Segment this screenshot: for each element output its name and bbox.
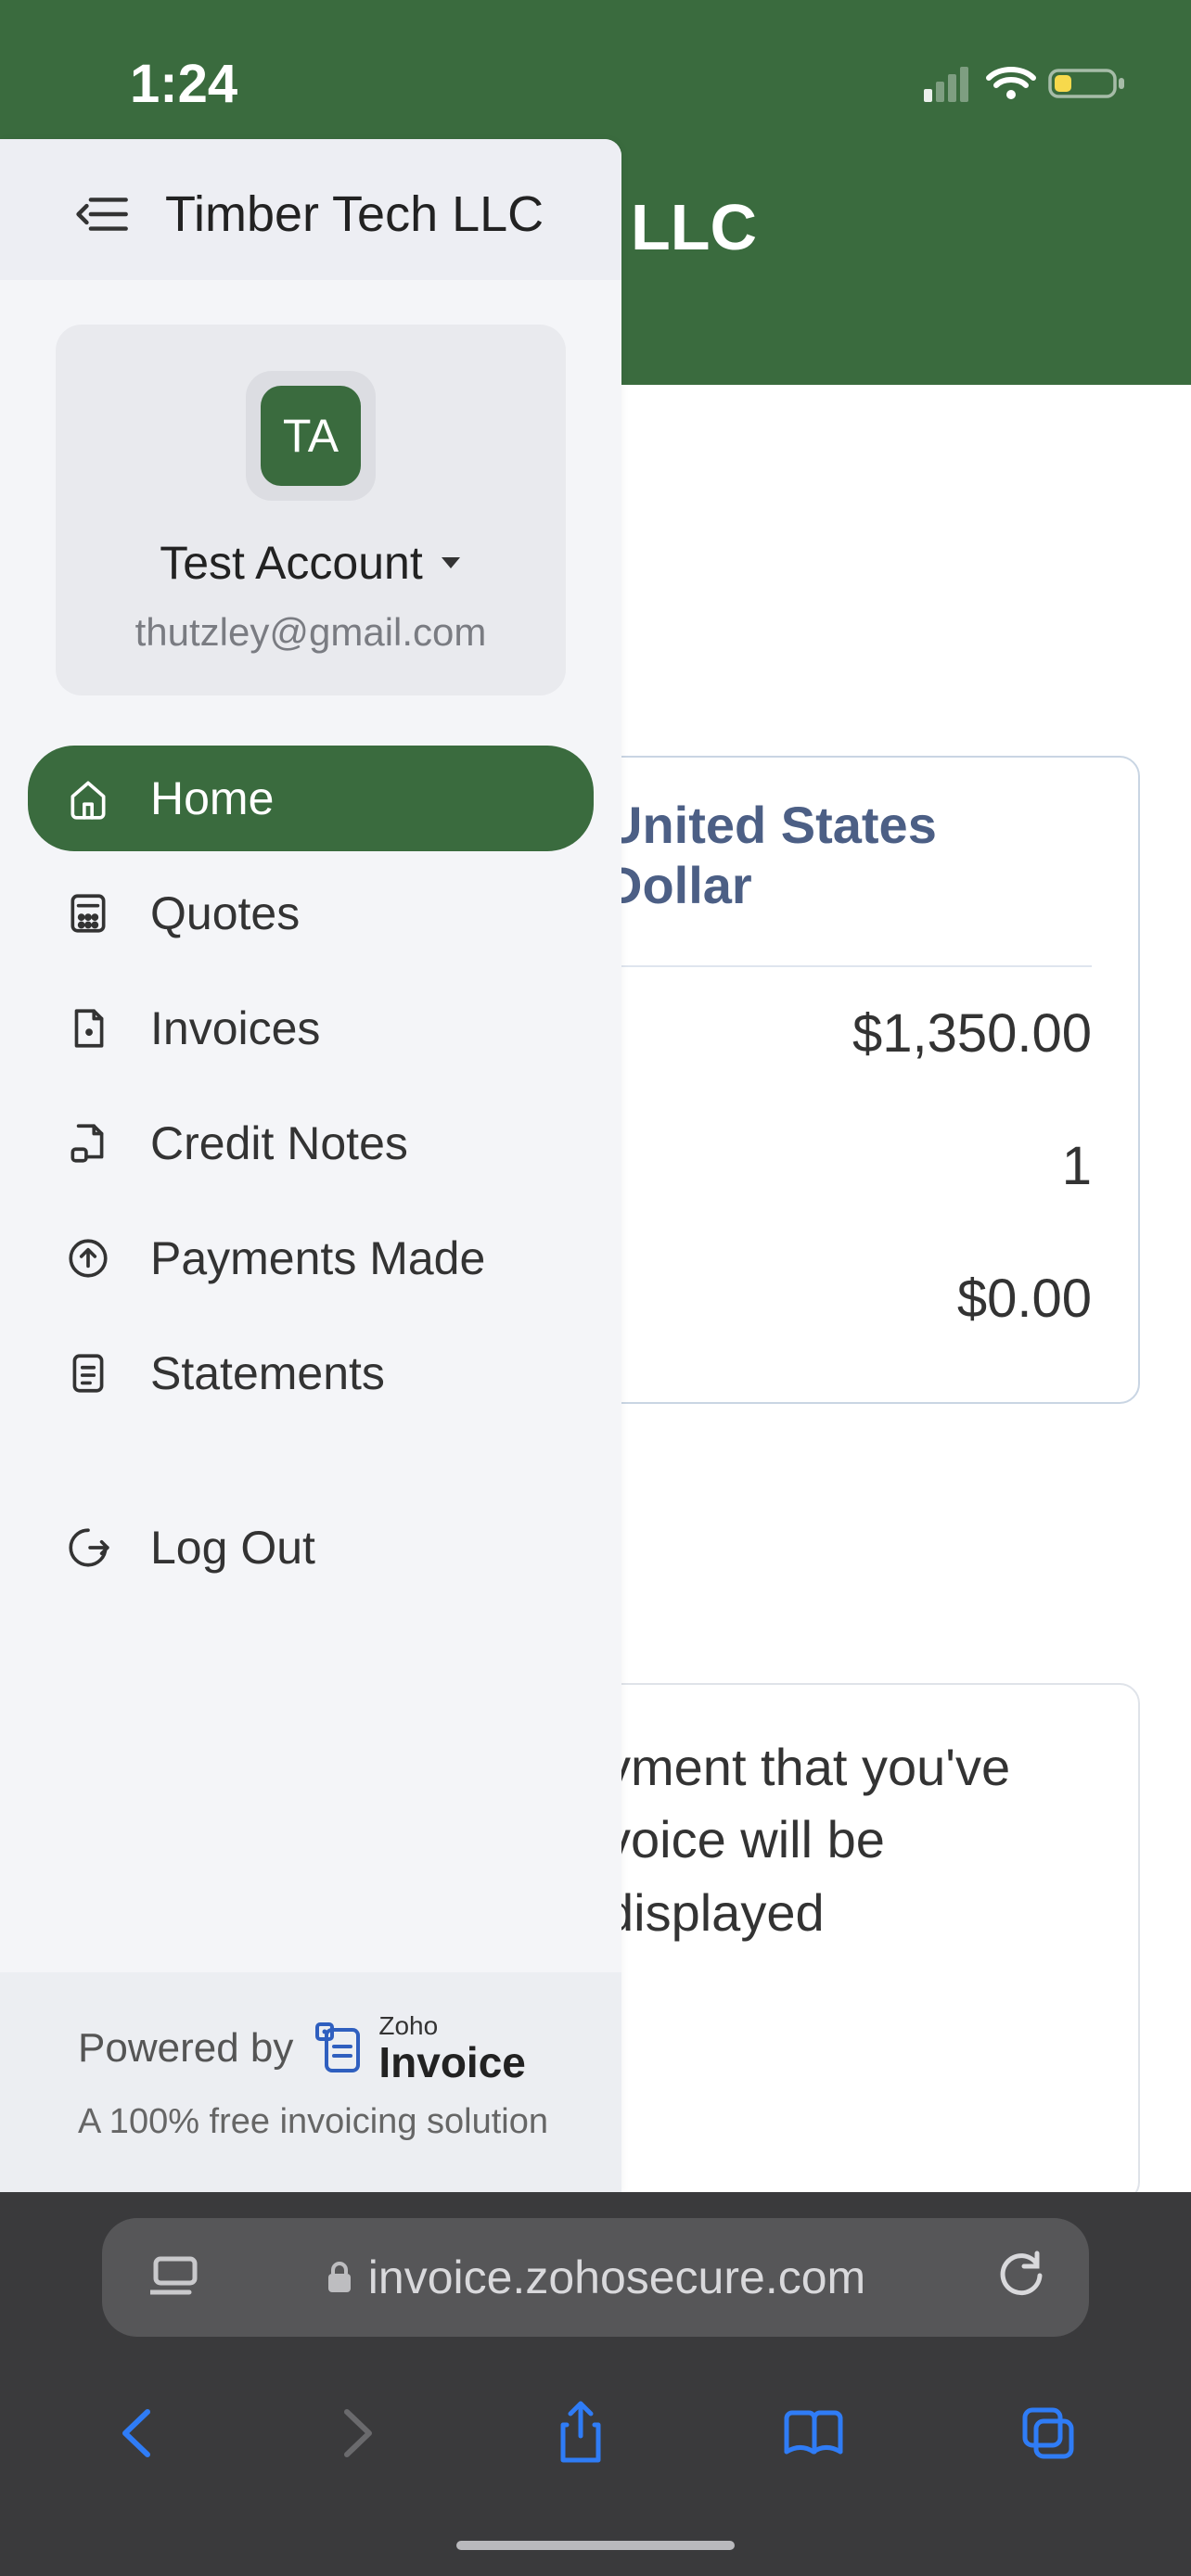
statement-icon [65, 1350, 111, 1396]
sidebar-nav: Home Quotes Invoices [0, 733, 621, 1439]
sidebar-footer: Powered by Zoho Invoice A 100% free [0, 1972, 621, 2192]
home-icon [65, 775, 111, 822]
upload-icon [65, 1235, 111, 1282]
back-icon[interactable] [114, 2406, 160, 2460]
bookmarks-icon[interactable] [781, 2407, 846, 2459]
document-icon [65, 1005, 111, 1052]
nav-statements-label: Statements [150, 1346, 385, 1400]
nav-logout-label: Log Out [150, 1521, 315, 1575]
summary-count: 1 [1062, 1135, 1092, 1197]
url-text: invoice.zohosecure.com [368, 2251, 865, 2304]
logout-icon [65, 1524, 111, 1571]
nav-credit-notes[interactable]: Credit Notes [28, 1090, 594, 1196]
forward-icon [334, 2406, 380, 2460]
status-icons [924, 65, 1126, 102]
nav-payments-made[interactable]: Payments Made [28, 1205, 594, 1311]
account-email: thutzley@gmail.com [135, 610, 487, 655]
summary-card: United States Dollar $1,350.00 1 $0.00 [557, 756, 1140, 1404]
brand-top: Zoho [378, 2013, 526, 2039]
info-card-text-fragment-2: voice will be displayed [605, 1804, 1092, 1949]
account-name: Test Account [160, 536, 423, 590]
lock-icon [326, 2261, 353, 2294]
status-time: 1:24 [130, 53, 237, 115]
calculator-icon [65, 890, 111, 937]
brand-bottom: Invoice [378, 2041, 526, 2084]
app-header-title-fragment: LLC [631, 190, 757, 264]
account-card: TA Test Account thutzley@gmail.com [56, 325, 566, 695]
summary-amount: $1,350.00 [852, 1002, 1092, 1065]
nav-quotes[interactable]: Quotes [28, 861, 594, 966]
summary-outstanding: $0.00 [957, 1268, 1092, 1330]
sidebar: Timber Tech LLC TA Test Account thutzley… [0, 139, 621, 2192]
nav-payments-made-label: Payments Made [150, 1231, 485, 1285]
account-switcher[interactable]: Test Account [160, 536, 462, 590]
battery-icon [1048, 65, 1126, 102]
share-icon[interactable] [554, 2401, 608, 2466]
caret-down-icon [440, 555, 462, 570]
reload-icon[interactable] [994, 2248, 1048, 2302]
browser-toolbar [0, 2378, 1191, 2489]
summary-card-currency: United States Dollar [605, 795, 1092, 967]
zoho-invoice-logo[interactable]: Zoho Invoice [310, 2013, 526, 2084]
invoice-logo-icon [310, 2021, 365, 2076]
nav-credit-notes-label: Credit Notes [150, 1116, 408, 1170]
status-bar: 1:24 [0, 0, 1191, 139]
powered-by-label: Powered by [78, 2025, 293, 2072]
info-card-text-fragment-1: yment that you've [605, 1731, 1092, 1804]
nav-invoices[interactable]: Invoices [28, 976, 594, 1081]
nav-home-label: Home [150, 772, 274, 825]
browser-chrome: invoice.zohosecure.com [0, 2192, 1191, 2576]
sidebar-company-name: Timber Tech LLC [165, 185, 544, 243]
nav-statements[interactable]: Statements [28, 1320, 594, 1426]
nav-invoices-label: Invoices [150, 1001, 320, 1055]
tabs-icon[interactable] [150, 2253, 200, 2300]
cellular-icon [924, 65, 974, 102]
info-card: yment that you've voice will be displaye… [557, 1683, 1140, 2202]
wifi-icon [985, 65, 1037, 102]
avatar-container: TA [246, 371, 376, 501]
credit-note-icon [65, 1120, 111, 1167]
nav-home[interactable]: Home [28, 746, 594, 851]
address-bar[interactable]: invoice.zohosecure.com [102, 2218, 1089, 2337]
sidebar-header: Timber Tech LLC [0, 139, 621, 280]
nav-quotes-label: Quotes [150, 886, 300, 940]
tabs-overview-icon[interactable] [1019, 2404, 1077, 2462]
collapse-sidebar-icon[interactable] [74, 196, 128, 233]
footer-tagline: A 100% free invoicing solution [78, 2102, 575, 2142]
nav-logout[interactable]: Log Out [28, 1495, 594, 1600]
avatar: TA [261, 386, 361, 486]
home-indicator[interactable] [456, 2541, 735, 2550]
